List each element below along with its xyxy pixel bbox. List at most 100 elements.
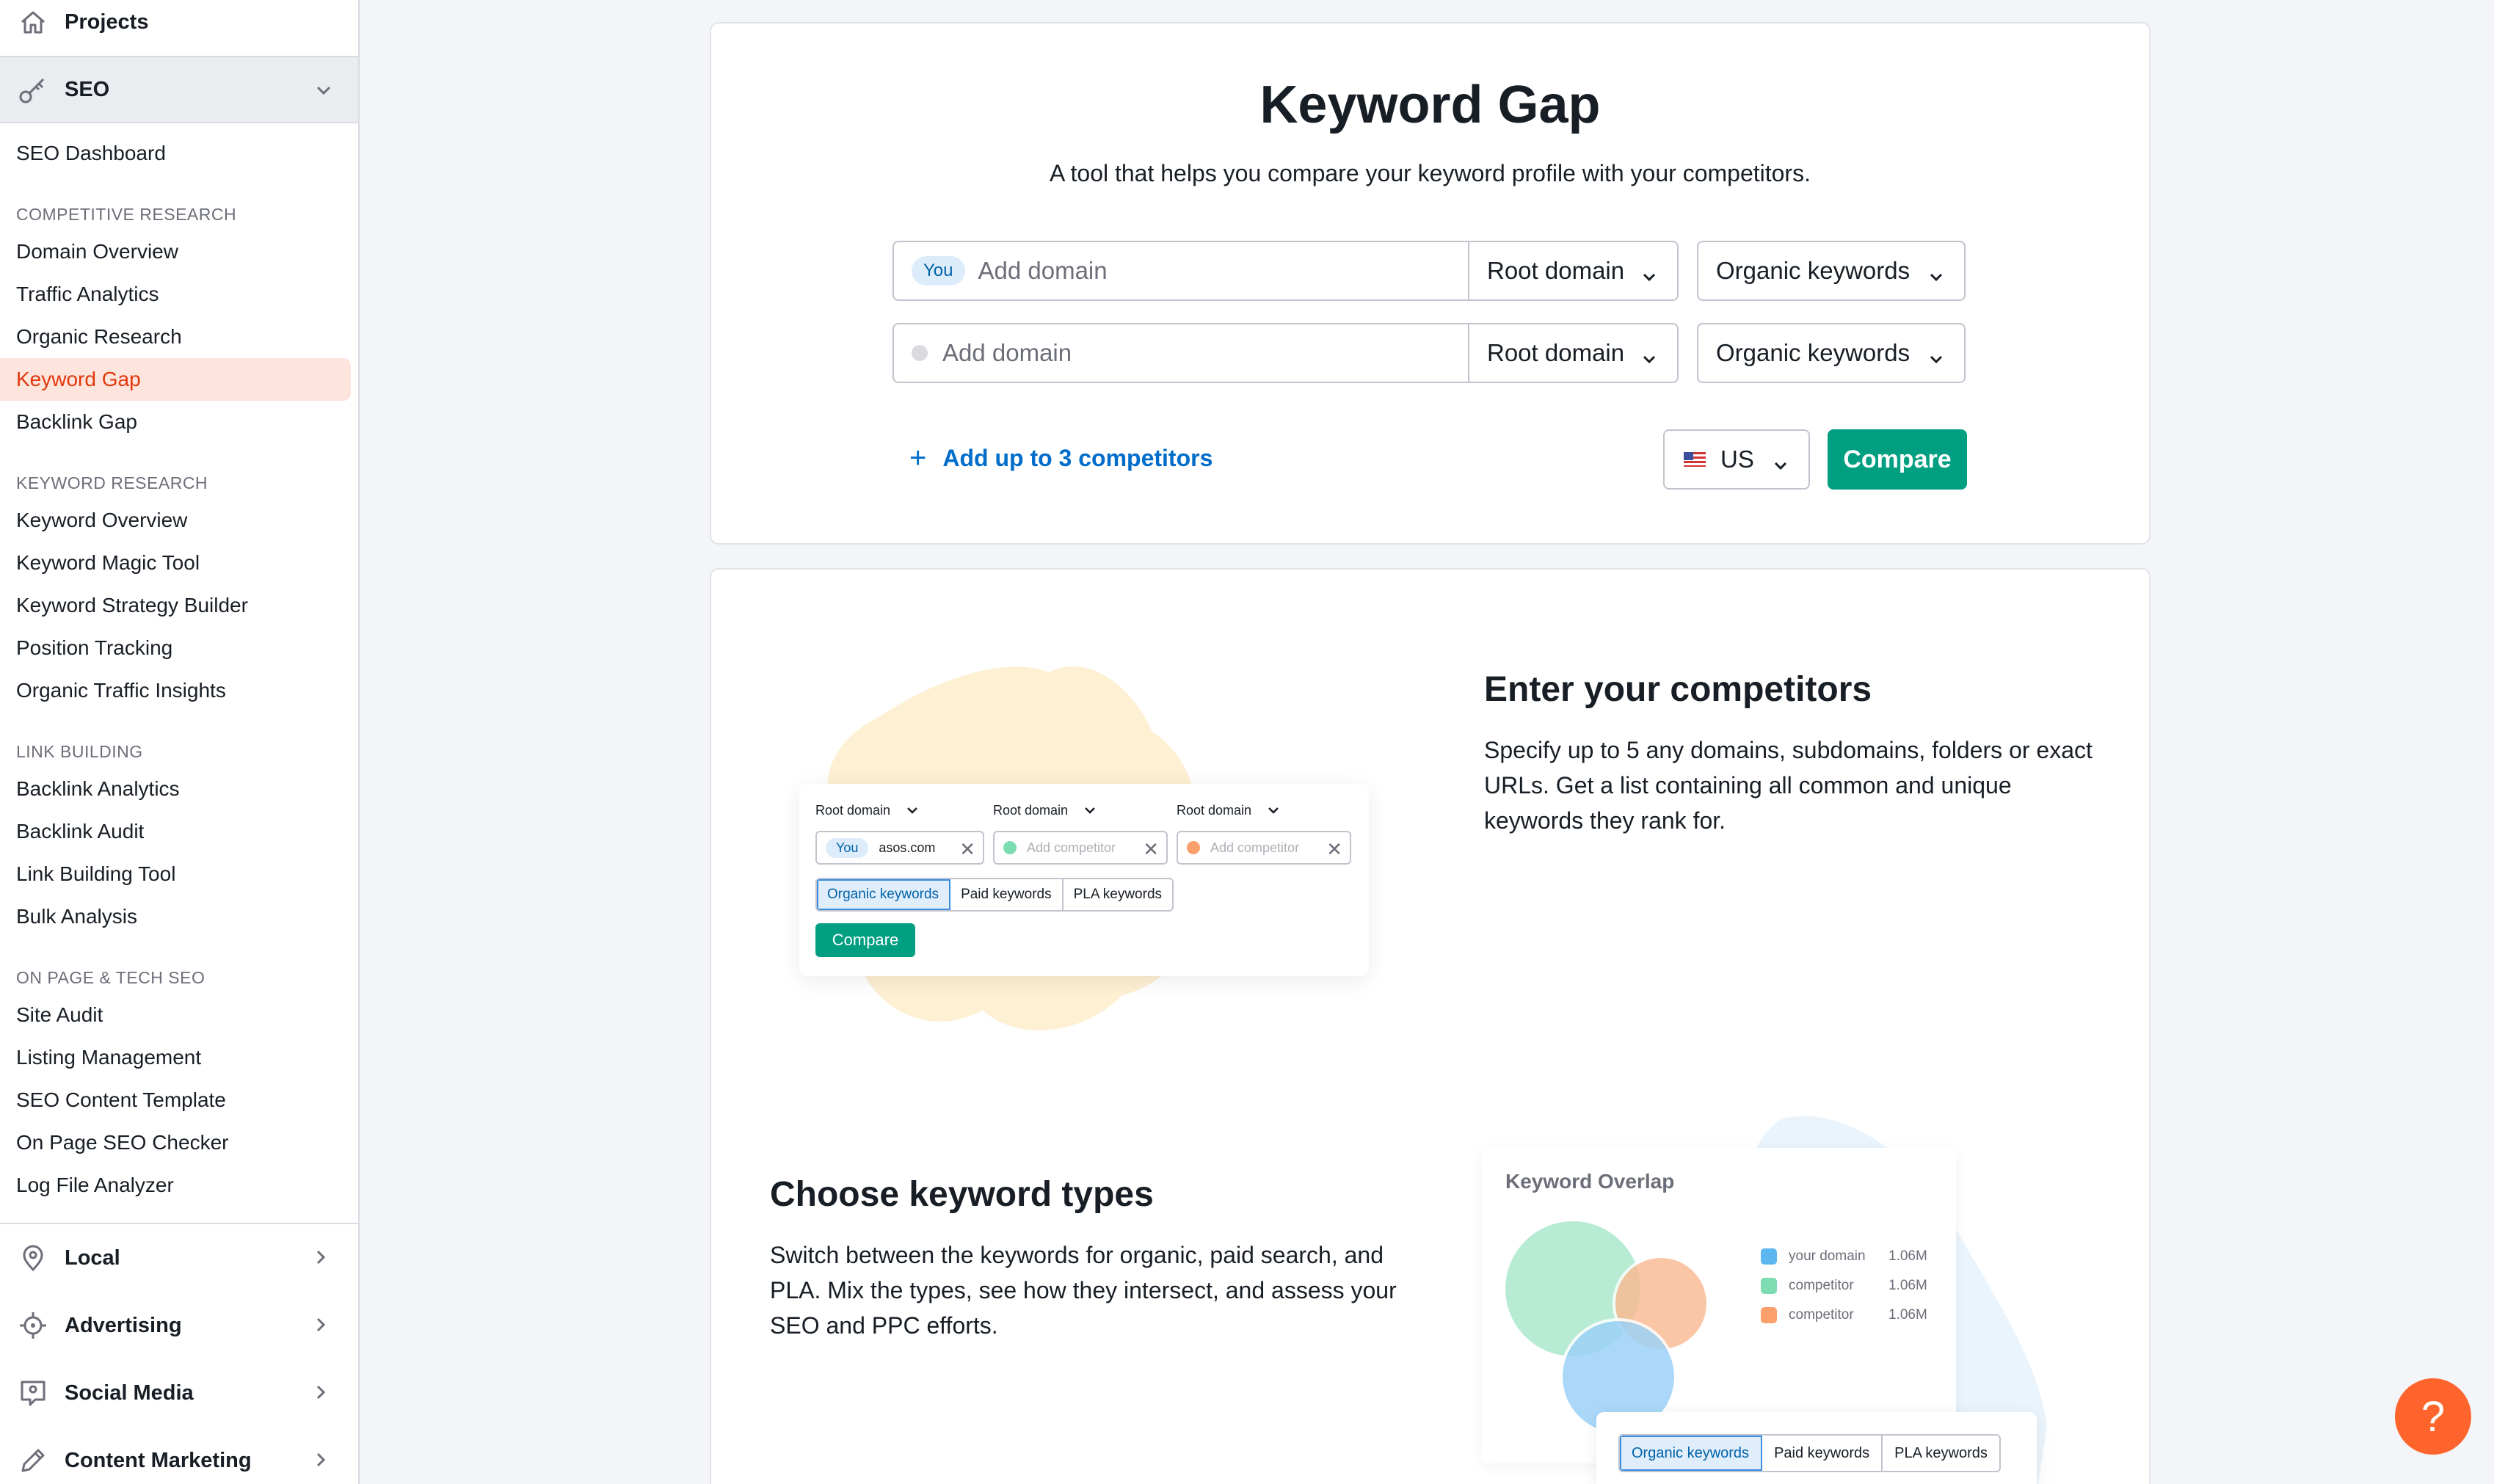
sidebar-group-social-media[interactable]: Social Media bbox=[0, 1359, 358, 1427]
keyword-type-select[interactable]: Organic keywords bbox=[1697, 323, 1966, 383]
legend-value: 1.06M bbox=[1888, 1278, 1927, 1293]
legend-name: your domain bbox=[1789, 1248, 1866, 1264]
domain-row-you: You Add domain Root domain Organic keywo… bbox=[892, 241, 1966, 301]
plus-icon: + bbox=[909, 442, 927, 474]
mini-competitor-placeholder: Add competitor bbox=[1027, 840, 1116, 855]
mini-root-domain-label: Root domain bbox=[815, 803, 891, 818]
sidebar-item-organic-research[interactable]: Organic Research bbox=[0, 316, 351, 358]
mini-keyword-type-tabs: Organic keywords Paid keywords PLA keywo… bbox=[815, 878, 1174, 912]
you-badge: You bbox=[912, 256, 965, 285]
page-subtitle: A tool that helps you compare your keywo… bbox=[1050, 160, 1811, 186]
green-dot-icon bbox=[1003, 841, 1017, 854]
mini-you-badge: You bbox=[826, 837, 869, 858]
sidebar-item-domain-overview[interactable]: Domain Overview bbox=[0, 230, 351, 273]
page-title: Keyword Gap bbox=[1259, 76, 1601, 134]
feature-title-keyword-types: Choose keyword types bbox=[770, 1175, 1154, 1214]
mini-domain-field: You asos.com ✕ bbox=[815, 831, 984, 865]
orange-dot-icon bbox=[1187, 841, 1200, 854]
help-button[interactable]: ? bbox=[2395, 1378, 2471, 1455]
compare-button[interactable]: Compare bbox=[1828, 429, 1967, 490]
close-icon: ✕ bbox=[1326, 838, 1342, 860]
keyword-gap-form-card: Keyword Gap A tool that helps you compar… bbox=[710, 22, 2151, 545]
your-domain-input[interactable]: You Add domain bbox=[892, 241, 1469, 301]
keyword-type-label: Organic keywords bbox=[1716, 339, 1911, 366]
mini-domain-value: asos.com bbox=[879, 840, 936, 855]
sidebar-group-advertising[interactable]: Advertising bbox=[0, 1292, 358, 1359]
sidebar-item-seo-dashboard[interactable]: SEO Dashboard bbox=[0, 132, 351, 175]
sidebar-item-label: Local bbox=[65, 1245, 120, 1270]
sidebar-item-on-page-seo-checker[interactable]: On Page SEO Checker bbox=[0, 1121, 351, 1164]
sidebar-item-label: Content Marketing bbox=[65, 1448, 252, 1472]
sidebar-item-backlink-gap[interactable]: Backlink Gap bbox=[0, 401, 351, 443]
sidebar-group-seo[interactable]: SEO bbox=[0, 56, 358, 123]
sidebar-item-backlink-analytics[interactable]: Backlink Analytics bbox=[0, 768, 351, 810]
keyword-type-select[interactable]: Organic keywords bbox=[1697, 241, 1966, 301]
mini-compare-button: Compare bbox=[815, 923, 915, 957]
keyword-overlap-illustration: Keyword Overlap your domain 1.06M compet… bbox=[1430, 1111, 2091, 1484]
legend-name: competitor bbox=[1789, 1278, 1854, 1293]
sidebar-item-keyword-strategy-builder[interactable]: Keyword Strategy Builder bbox=[0, 584, 351, 627]
domain-placeholder: Add domain bbox=[942, 339, 1072, 366]
chevron-down-icon bbox=[1772, 453, 1789, 481]
add-competitors-label: Add up to 3 competitors bbox=[942, 445, 1213, 471]
target-icon bbox=[16, 1309, 50, 1342]
sidebar-item-projects[interactable]: Projects bbox=[0, 0, 358, 44]
chevron-down-icon bbox=[1640, 346, 1658, 374]
overlap-tab-organic: Organic keywords bbox=[1620, 1436, 1763, 1471]
sidebar-item-traffic-analytics[interactable]: Traffic Analytics bbox=[0, 273, 351, 316]
root-domain-label: Root domain bbox=[1487, 339, 1625, 366]
legend-value: 1.06M bbox=[1888, 1248, 1927, 1264]
feature-text-competitors: Specify up to 5 any domains, subdomains,… bbox=[1484, 737, 2093, 834]
country-label: US bbox=[1720, 445, 1754, 473]
add-competitors-link[interactable]: + Add up to 3 competitors bbox=[909, 442, 1213, 475]
country-select[interactable]: US bbox=[1663, 429, 1810, 490]
mini-root-domain-label: Root domain bbox=[1177, 803, 1252, 818]
sidebar-group-local[interactable]: Local bbox=[0, 1224, 358, 1292]
sidebar-item-listing-management[interactable]: Listing Management bbox=[0, 1036, 351, 1079]
sidebar-item-label: Projects bbox=[65, 10, 149, 34]
legend-swatch bbox=[1761, 1307, 1777, 1323]
mini-competitor-field: Add competitor ✕ bbox=[1177, 831, 1351, 865]
sidebar-item-keyword-overview[interactable]: Keyword Overview bbox=[0, 499, 351, 542]
overlap-tab-pla: PLA keywords bbox=[1894, 1444, 1988, 1461]
root-domain-label: Root domain bbox=[1487, 257, 1625, 284]
sidebar: Projects SEO SEO Dashboard COMPETITIVE R… bbox=[0, 0, 360, 1484]
legend-row: competitor 1.06M bbox=[1761, 1301, 1927, 1330]
sidebar-group-content-marketing[interactable]: Content Marketing bbox=[0, 1427, 358, 1484]
legend-row: your domain 1.06M bbox=[1761, 1242, 1927, 1271]
legend-swatch bbox=[1761, 1278, 1777, 1294]
chevron-right-icon bbox=[311, 1450, 330, 1473]
sidebar-item-log-file-analyzer[interactable]: Log File Analyzer bbox=[0, 1164, 351, 1207]
legend-value: 1.06M bbox=[1888, 1307, 1927, 1323]
domain-row-competitor: Add domain Root domain Organic keywords bbox=[892, 323, 1966, 383]
key-icon bbox=[16, 73, 50, 106]
competitor-domain-input[interactable]: Add domain bbox=[892, 323, 1469, 383]
chevron-down-icon bbox=[1927, 346, 1945, 374]
mini-root-domain-label: Root domain bbox=[993, 803, 1069, 818]
map-pin-icon bbox=[16, 1241, 50, 1275]
sidebar-item-seo-content-template[interactable]: SEO Content Template bbox=[0, 1079, 351, 1121]
chevron-down-icon bbox=[1927, 264, 1945, 292]
chevron-down-icon bbox=[1640, 264, 1658, 292]
home-icon bbox=[16, 5, 50, 39]
sidebar-item-keyword-gap[interactable]: Keyword Gap bbox=[0, 358, 351, 401]
root-domain-select[interactable]: Root domain bbox=[1468, 323, 1679, 383]
mini-tab-organic: Organic keywords bbox=[817, 879, 951, 910]
sidebar-item-link-building-tool[interactable]: Link Building Tool bbox=[0, 853, 351, 895]
mini-competitor-placeholder: Add competitor bbox=[1210, 840, 1300, 855]
root-domain-select[interactable]: Root domain bbox=[1468, 241, 1679, 301]
overlap-keyword-type-tabs: Organic keywords Paid keywords PLA keywo… bbox=[1618, 1434, 2001, 1472]
us-flag-icon bbox=[1684, 452, 1706, 467]
legend-row: competitor 1.06M bbox=[1761, 1271, 1927, 1301]
sidebar-item-backlink-audit[interactable]: Backlink Audit bbox=[0, 810, 351, 853]
sidebar-section-label: COMPETITIVE RESEARCH bbox=[16, 205, 237, 224]
chevron-down-icon bbox=[314, 81, 333, 103]
sidebar-item-organic-traffic-insights[interactable]: Organic Traffic Insights bbox=[0, 669, 351, 712]
sidebar-item-keyword-magic-tool[interactable]: Keyword Magic Tool bbox=[0, 542, 351, 584]
legend-swatch bbox=[1761, 1248, 1777, 1265]
sidebar-item-site-audit[interactable]: Site Audit bbox=[0, 994, 351, 1036]
keyword-overlap-title: Keyword Overlap bbox=[1505, 1170, 1675, 1193]
sidebar-item-position-tracking[interactable]: Position Tracking bbox=[0, 627, 351, 669]
sidebar-item-bulk-analysis[interactable]: Bulk Analysis bbox=[0, 895, 351, 938]
chevron-down-icon bbox=[905, 803, 920, 821]
